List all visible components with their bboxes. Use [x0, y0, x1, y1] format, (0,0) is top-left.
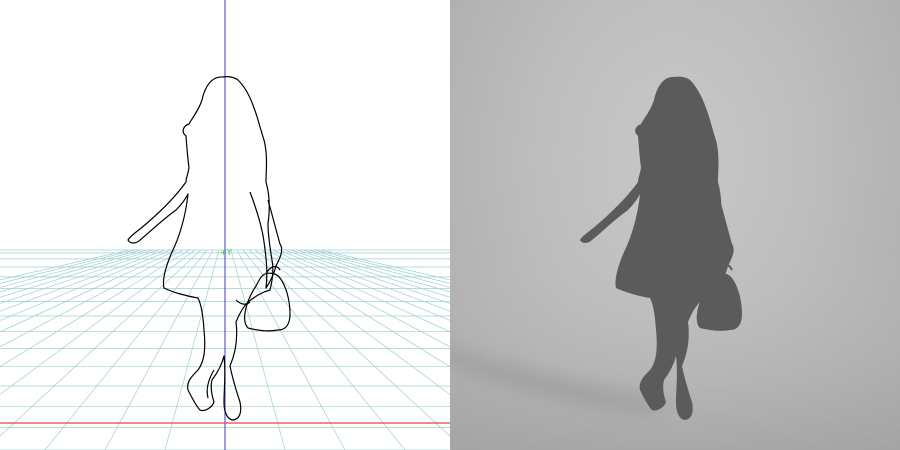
comparison-view: +Y [0, 0, 900, 450]
render-canvas [450, 76, 900, 450]
grid-line-depth [0, 249, 130, 281]
grid-line-depth [0, 249, 154, 298]
render-viewport[interactable] [450, 0, 900, 450]
grid-line-depth [0, 249, 160, 304]
grid-line-depth [0, 249, 202, 437]
grid-line-depth [164, 249, 220, 450]
grid-line-depth [248, 249, 450, 437]
grid-line-depth [278, 249, 450, 321]
grid-line-depth [296, 249, 450, 298]
figure-outline-leg-gap [206, 299, 251, 399]
grid-line-depth [314, 249, 450, 284]
grid-line-depth [0, 249, 172, 321]
grid-line-depth [320, 249, 450, 281]
grid-line-depth [104, 249, 214, 450]
axis-marker-label: +Y [220, 248, 232, 257]
figure-outline-body [127, 76, 274, 421]
grid-line-depth [290, 249, 450, 304]
grid-line-depth [230, 249, 286, 450]
wireframe-viewport[interactable]: +Y [0, 0, 450, 450]
grid-line-depth [0, 249, 148, 293]
grid-line-depth [302, 249, 450, 293]
grid-line-depth [236, 249, 346, 450]
grid-line-depth [0, 249, 136, 284]
figure-outline[interactable] [127, 76, 291, 421]
viewport-canvas: +Y [0, 0, 450, 450]
